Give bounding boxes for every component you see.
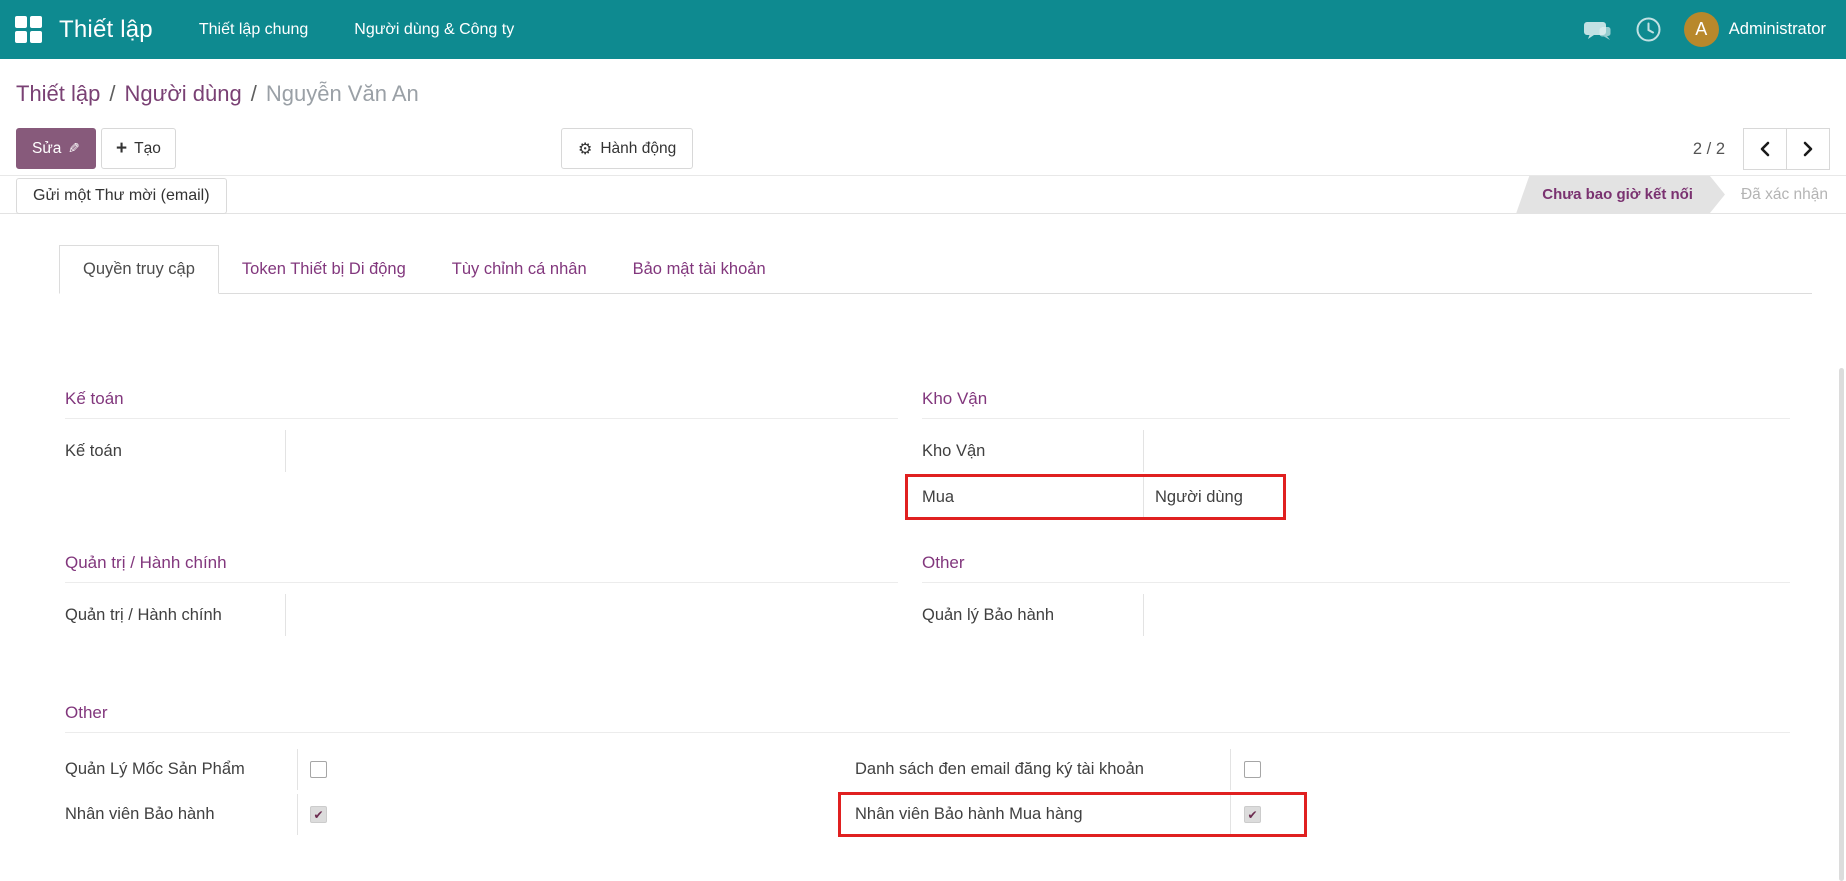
user-name: Administrator: [1729, 20, 1826, 39]
check-icon: ✔: [1247, 808, 1257, 822]
menu-users-companies[interactable]: Người dùng & Công ty: [354, 0, 514, 59]
check-icon: ✔: [313, 808, 323, 822]
field-separator: [1143, 430, 1144, 472]
field-separator: [1230, 749, 1231, 790]
vertical-scrollbar[interactable]: [1839, 368, 1844, 881]
field-separator: [1143, 476, 1144, 518]
field-label-warranty-employee: Nhân viên Bảo hành: [65, 805, 215, 824]
navbar-right: A Administrator: [1582, 12, 1826, 47]
field-row-accounting: Kế toán: [65, 428, 898, 474]
checkbox-warranty-purchase-employee[interactable]: ✔: [1244, 806, 1261, 823]
checkbox-warranty-employee[interactable]: ✔: [310, 806, 327, 823]
navbar-menu: Thiết lập chung Người dùng & Công ty: [199, 0, 514, 59]
field-row-email-blacklist: Danh sách đen email đăng ký tài khoản: [855, 747, 1375, 792]
gear-icon: ⚙: [578, 139, 592, 158]
breadcrumb-current-record: Nguyễn Văn An: [266, 81, 419, 107]
status-stage-confirmed[interactable]: Đã xác nhận: [1725, 186, 1830, 204]
breadcrumb-separator: /: [251, 81, 257, 107]
pencil-icon: ✎: [68, 141, 80, 157]
breadcrumb-users[interactable]: Người dùng: [125, 81, 242, 107]
field-separator: [297, 794, 298, 835]
divider: [0, 213, 1846, 214]
edit-button[interactable]: Sửa ✎: [16, 128, 96, 169]
user-menu[interactable]: A Administrator: [1684, 12, 1826, 47]
field-label-email-blacklist: Danh sách đen email đăng ký tài khoản: [855, 760, 1144, 779]
breadcrumb: Thiết lập / Người dùng / Nguyễn Văn An: [0, 59, 1846, 128]
checkbox-email-blacklist[interactable]: [1244, 761, 1261, 778]
pager-count: 2 / 2: [1693, 140, 1725, 159]
record-pager: 2 / 2: [1693, 128, 1830, 170]
field-value-purchase[interactable]: Người dùng: [1155, 488, 1243, 507]
settings-page: Thiết lập Thiết lập chung Người dùng & C…: [0, 0, 1846, 881]
field-label-purchase: Mua: [922, 488, 954, 507]
action-button-label: Hành động: [600, 140, 676, 158]
tab-preferences[interactable]: Tùy chỉnh cá nhân: [429, 245, 610, 293]
field-label-warranty-purchase-employee: Nhân viên Bảo hành Mua hàng: [855, 805, 1083, 824]
breadcrumb-separator: /: [109, 81, 115, 107]
create-button[interactable]: + Tạo: [101, 128, 176, 169]
apps-grid-icon[interactable]: [15, 16, 42, 43]
tab-mobile-device-token[interactable]: Token Thiết bị Di động: [219, 245, 429, 293]
field-separator: [297, 749, 298, 790]
tab-account-security[interactable]: Bảo mật tài khoản: [610, 245, 789, 293]
chevron-right-icon: [1801, 141, 1815, 157]
status-stage-never-connected[interactable]: Chưa bao giờ kết nối: [1516, 176, 1725, 213]
app-title[interactable]: Thiết lập: [59, 16, 153, 44]
messages-icon[interactable]: [1582, 17, 1613, 43]
menu-general-settings[interactable]: Thiết lập chung: [199, 0, 308, 59]
field-label-warranty-manager: Quản lý Bảo hành: [922, 606, 1054, 625]
breadcrumb-settings[interactable]: Thiết lập: [16, 81, 100, 107]
field-separator: [285, 594, 286, 636]
edit-button-label: Sửa: [32, 140, 61, 158]
field-separator: [285, 430, 286, 472]
avatar[interactable]: A: [1684, 12, 1719, 47]
field-separator: [1230, 794, 1231, 835]
notebook-tabs: Quyền truy cập Token Thiết bị Di động Tù…: [59, 245, 1812, 294]
field-row-warranty-manager: Quản lý Bảo hành: [922, 592, 1790, 638]
field-row-warranty-purchase-employee: Nhân viên Bảo hành Mua hàng ✔: [855, 792, 1375, 837]
chevron-left-icon: [1758, 141, 1772, 157]
checkbox-product-milestone[interactable]: [310, 761, 327, 778]
field-row-product-milestone: Quản Lý Mốc Sản Phẩm: [65, 747, 485, 792]
field-row-purchase: Mua Người dùng: [922, 474, 1790, 520]
action-menu-button[interactable]: ⚙ Hành động: [561, 128, 693, 169]
create-button-label: Tạo: [134, 140, 161, 158]
field-row-administration: Quản trị / Hành chính: [65, 592, 898, 638]
group-title-administration: Quản trị / Hành chính: [65, 553, 898, 583]
group-title-other-bottom: Other: [65, 703, 1790, 733]
field-label-inventory: Kho Vận: [922, 442, 985, 461]
field-separator: [1143, 594, 1144, 636]
pager-next-button[interactable]: [1786, 128, 1830, 170]
group-title-accounting: Kế toán: [65, 389, 898, 419]
statusbar: Chưa bao giờ kết nối Đã xác nhận: [1516, 176, 1830, 213]
pager-previous-button[interactable]: [1743, 128, 1787, 170]
tab-access-rights[interactable]: Quyền truy cập: [59, 245, 219, 294]
field-label-administration: Quản trị / Hành chính: [65, 606, 222, 625]
group-title-inventory: Kho Vận: [922, 389, 1790, 419]
field-row-warranty-employee: Nhân viên Bảo hành ✔: [65, 792, 485, 837]
field-label-accounting: Kế toán: [65, 442, 122, 461]
field-row-inventory: Kho Vận: [922, 428, 1790, 474]
field-label-product-milestone: Quản Lý Mốc Sản Phẩm: [65, 760, 245, 779]
group-title-other-right: Other: [922, 553, 1790, 583]
send-invitation-email-button[interactable]: Gửi một Thư mời (email): [16, 178, 227, 214]
top-navbar: Thiết lập Thiết lập chung Người dùng & C…: [0, 0, 1846, 59]
activities-clock-icon[interactable]: [1635, 16, 1662, 43]
plus-icon: +: [116, 139, 127, 158]
